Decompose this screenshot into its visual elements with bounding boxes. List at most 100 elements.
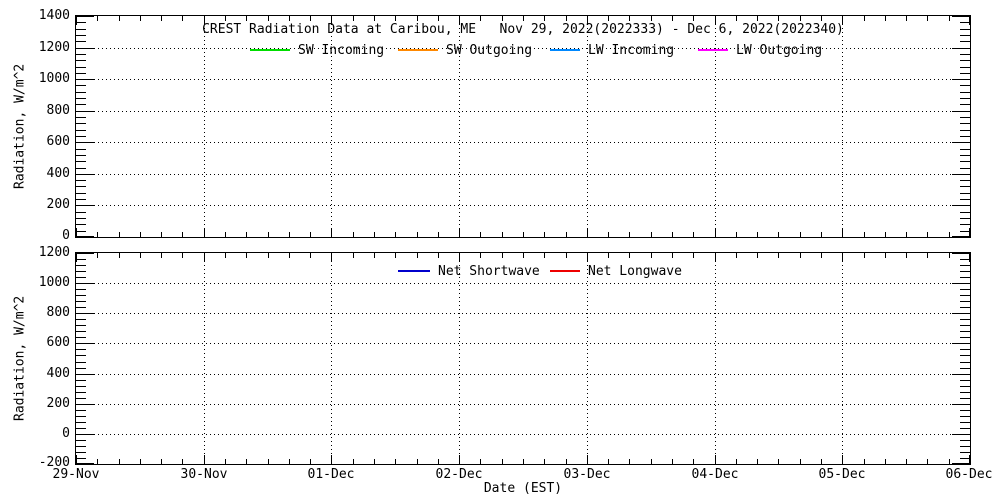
y-minor-tick (960, 307, 970, 308)
y-minor-tick (960, 410, 970, 411)
x-axis-title: Date (EST) (75, 481, 971, 496)
y-minor-tick (960, 325, 970, 326)
y-minor-tick (76, 386, 86, 387)
x-minor-tick (544, 459, 545, 464)
x-minor-tick (268, 253, 269, 258)
x-tick-label: 30-Nov (172, 468, 236, 482)
x-minor-tick (906, 253, 907, 258)
x-minor-tick (395, 232, 396, 237)
y-major-tick (952, 236, 970, 237)
legend-item-sw-outgoing: SW Outgoing (398, 43, 532, 57)
x-tick-label: 01-Dec (299, 468, 363, 482)
x-minor-tick (778, 459, 779, 464)
legend-label: SW Outgoing (446, 43, 532, 58)
y-minor-tick (960, 319, 970, 320)
x-minor-tick (289, 16, 290, 21)
x-minor-tick (949, 253, 950, 258)
x-minor-tick (885, 232, 886, 237)
panel-radiation-components: SW IncomingSW OutgoingLW IncomingLW Outg… (75, 15, 971, 238)
y-minor-tick (960, 386, 970, 387)
y-minor-tick (76, 452, 86, 453)
y-minor-tick (76, 265, 86, 266)
x-minor-tick (736, 459, 737, 464)
h-gridline (94, 79, 952, 80)
x-minor-tick (161, 459, 162, 464)
x-minor-tick (246, 232, 247, 237)
y-minor-tick (960, 452, 970, 453)
y-minor-tick (76, 380, 86, 381)
y-minor-tick (76, 277, 86, 278)
x-major-tick (459, 253, 460, 262)
y-axis-title: Radiation, W/m^2 (10, 15, 30, 238)
x-minor-tick (119, 459, 120, 464)
x-minor-tick (417, 253, 418, 258)
x-minor-tick (480, 253, 481, 258)
h-gridline (94, 434, 952, 435)
y-minor-tick (76, 440, 86, 441)
legend-label: Net Shortwave (438, 264, 540, 279)
x-minor-tick (417, 459, 418, 464)
x-minor-tick (566, 16, 567, 21)
x-minor-tick (140, 232, 141, 237)
x-minor-tick (566, 459, 567, 464)
y-major-tick (952, 16, 970, 17)
x-major-tick (715, 228, 716, 237)
x-minor-tick (523, 232, 524, 237)
v-gridline (842, 16, 843, 237)
x-major-tick (331, 16, 332, 25)
x-minor-tick (906, 459, 907, 464)
x-minor-tick (736, 253, 737, 258)
x-major-tick (969, 228, 970, 237)
legend-line-swatch (250, 49, 290, 51)
x-minor-tick (927, 459, 928, 464)
y-minor-tick (960, 349, 970, 350)
x-minor-tick (289, 232, 290, 237)
y-major-tick (952, 313, 970, 314)
x-major-tick (715, 253, 716, 262)
y-major-tick (952, 463, 970, 464)
y-minor-tick (960, 337, 970, 338)
y-minor-tick (960, 218, 970, 219)
y-minor-tick (960, 161, 970, 162)
h-gridline (94, 343, 952, 344)
y-tick-label: 200 (24, 198, 70, 212)
y-minor-tick (76, 271, 86, 272)
x-major-tick (204, 16, 205, 25)
y-minor-tick (76, 67, 86, 68)
y-minor-tick (960, 117, 970, 118)
y-minor-tick (960, 85, 970, 86)
x-minor-tick (757, 232, 758, 237)
x-minor-tick (693, 232, 694, 237)
x-minor-tick (97, 459, 98, 464)
y-major-tick (952, 48, 970, 49)
y-minor-tick (76, 428, 86, 429)
x-minor-tick (693, 16, 694, 21)
y-tick-label: 0 (24, 427, 70, 441)
x-major-tick (459, 16, 460, 25)
y-minor-tick (960, 130, 970, 131)
x-minor-tick (480, 459, 481, 464)
x-minor-tick (566, 232, 567, 237)
x-tick-label: 05-Dec (810, 468, 874, 482)
y-major-tick (76, 142, 94, 143)
y-major-tick (952, 205, 970, 206)
y-minor-tick (76, 22, 86, 23)
y-minor-tick (960, 180, 970, 181)
y-tick-label: 200 (24, 397, 70, 411)
y-tick-label: 1400 (24, 9, 70, 23)
h-gridline (94, 111, 952, 112)
h-gridline (94, 313, 952, 314)
y-minor-tick (960, 416, 970, 417)
y-minor-tick (960, 422, 970, 423)
y-minor-tick (960, 380, 970, 381)
y-minor-tick (960, 368, 970, 369)
v-gridline (459, 253, 460, 464)
y-minor-tick (960, 193, 970, 194)
h-gridline (94, 404, 952, 405)
y-major-tick (952, 434, 970, 435)
y-minor-tick (76, 301, 86, 302)
y-minor-tick (76, 180, 86, 181)
y-minor-tick (960, 428, 970, 429)
x-minor-tick (225, 459, 226, 464)
x-minor-tick (949, 232, 950, 237)
